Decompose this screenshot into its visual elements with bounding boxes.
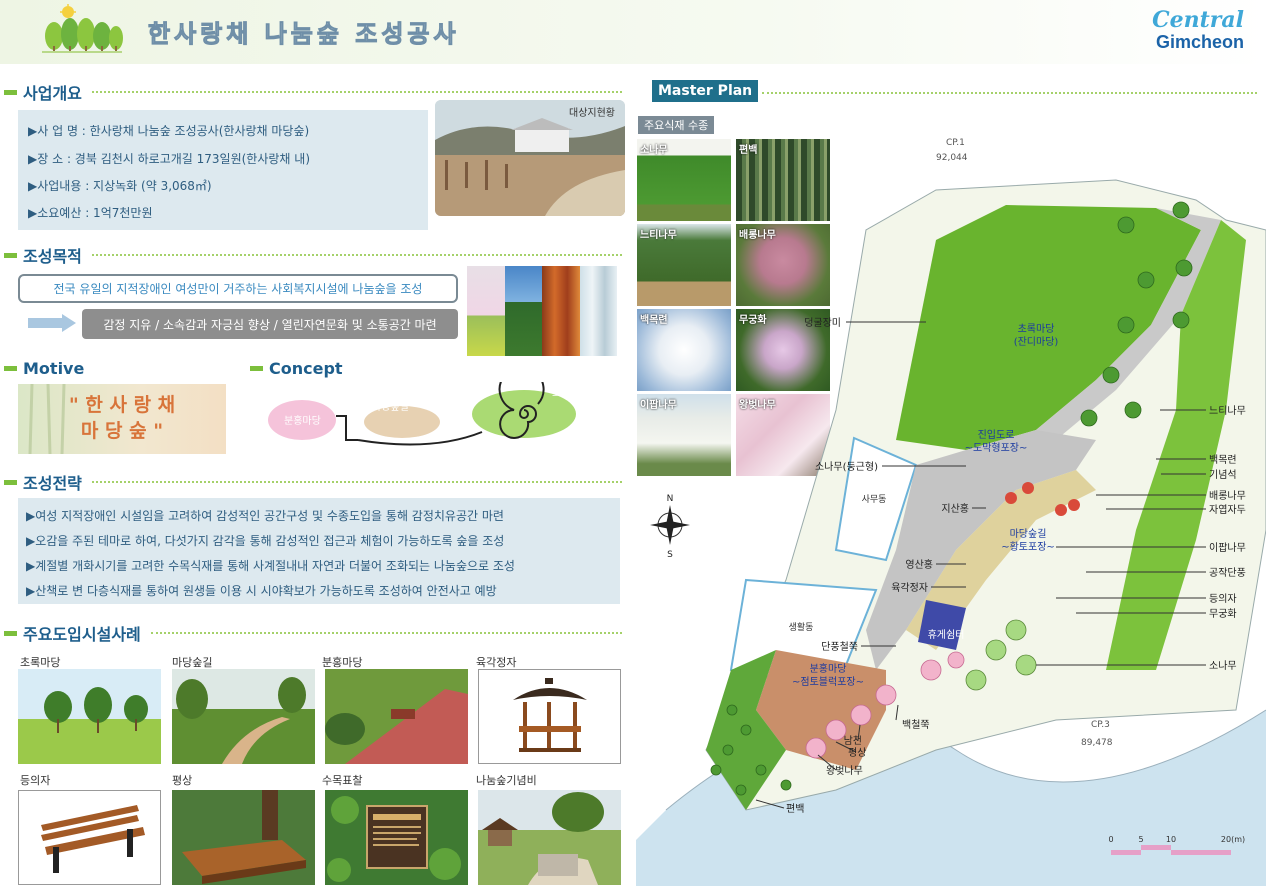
facility-photo-pavilion: [478, 669, 621, 764]
callout: 느티나무: [1209, 405, 1246, 417]
callout: 등의자: [1209, 593, 1237, 605]
purpose-heading: 조성목적: [4, 244, 622, 266]
callout: 이팝나무: [1209, 542, 1246, 554]
zone-label-living: 생활동: [789, 621, 814, 633]
svg-text:10: 10: [1166, 835, 1176, 844]
strategy-row: ▶계절별 개화시기를 고려한 수목식재를 통해 사계절내내 자연과 더불어 조화…: [26, 559, 515, 573]
callout: 단풍철쭉: [821, 641, 858, 653]
brand-bottom: Gimcheon: [1155, 32, 1244, 52]
arrow-right-icon: [28, 314, 76, 332]
overview-row: ▶사업내용 : 지상녹화 (약 3,068㎡): [28, 179, 212, 193]
callout: 기념석: [1209, 469, 1237, 481]
strategy-row: ▶여성 지적장애인 시설임을 고려하여 감성적인 공간구성 및 수종도입을 통해…: [26, 509, 504, 523]
autumn-photo: [542, 266, 580, 356]
spring-photo: [467, 266, 505, 356]
callout: 지산홍: [941, 502, 969, 515]
callout: 평상: [848, 747, 866, 759]
callout: 소나무(둥근형): [815, 461, 878, 473]
trees-logo-icon: [42, 4, 123, 53]
callout: 공작단풍: [1209, 567, 1246, 579]
concept-image: 분홍마당 마당숲길 초록마당: [262, 366, 622, 452]
overview-row: ▶사 업 명 : 한사랑채 나눔숲 조성공사(한사랑채 마당숲): [28, 124, 310, 138]
facility-label: 등의자: [20, 774, 51, 787]
site-photo: 대상지현황: [435, 100, 625, 216]
overview-row: ▶장 소 : 경북 김천시 하로고개길 173일원(한사랑채 내): [28, 152, 311, 166]
concept-label-pink: 분홍마당: [284, 414, 321, 427]
master-plan-divider: [762, 92, 1257, 94]
overview-box: ▶사 업 명 : 한사랑채 나눔숲 조성공사(한사랑채 마당숲) ▶장 소 : …: [18, 110, 428, 230]
callout: 배롱나무: [1209, 490, 1246, 502]
strategy-row: ▶산책로 변 다층식재를 통하여 원생들 이용 시 시야확보가 가능하도록 조성…: [26, 584, 497, 598]
season-photos: [467, 266, 617, 356]
facility-label: 수목표찰: [322, 774, 363, 787]
facility-photo-pink-yard: [325, 669, 468, 764]
summer-photo: [504, 266, 542, 356]
strategy-heading: 조성전략: [4, 471, 622, 493]
brand-logo: Central Gimcheon: [1152, 8, 1244, 52]
cp3-label: CP.3: [1091, 720, 1110, 730]
svg-text:0: 0: [1108, 835, 1113, 844]
compass-icon: N S: [650, 494, 690, 560]
concept-label-green: 초록마당: [552, 387, 589, 399]
motive-text: " 한 사 랑 채 마 당 숲 ": [18, 392, 226, 444]
site-photo-label: 대상지현황: [569, 108, 615, 119]
facility-photo-tree-tag: [325, 790, 468, 885]
callout: 자엽자두: [1209, 504, 1246, 516]
callout: 무궁화: [1209, 608, 1237, 620]
callout-rose: 덩굴장미: [804, 317, 841, 329]
motive-heading: Motive: [4, 357, 236, 379]
cp1-value: 92,044: [936, 153, 968, 163]
facility-photo-bench: [18, 790, 161, 885]
brand-top: Central: [1152, 7, 1244, 33]
facility-label: 평상: [172, 774, 193, 787]
callout: 백철쭉: [902, 719, 930, 731]
callout: 백목련: [1209, 454, 1237, 466]
facility-label: 육각정자: [476, 656, 517, 669]
concept-heading: Concept: [250, 357, 622, 379]
callout: 소나무: [1209, 660, 1237, 672]
zone-label-rest: 휴게쉼터: [928, 629, 965, 641]
facility-photo-green-yard: [18, 669, 161, 764]
overview-row: ▶소요예산 : 1억7천만원: [28, 206, 153, 220]
facility-photo-forest-path: [172, 669, 315, 764]
purpose-result: 감정 지유 / 소속감과 자긍심 향상 / 열린자연문화 및 소통공간 마련: [82, 309, 458, 339]
zone-label-office: 사무동: [862, 494, 887, 505]
concept-label-path: 마당숲길: [372, 400, 409, 413]
facility-photo-monument: [478, 790, 621, 885]
cp1-label: CP.1: [946, 138, 965, 148]
callout: 남천: [844, 735, 862, 747]
winter-photo: [579, 266, 617, 356]
facility-label: 초록마당: [20, 656, 61, 669]
facility-label: 마당숲길: [172, 656, 213, 669]
header: 한사랑채 나눔숲 조성공사 Central Gimcheon: [0, 0, 1268, 64]
svg-text:5: 5: [1138, 835, 1143, 844]
site-plan: 초록마당 (잔디마당) 진입도로 ~도막형포장~ 마당숲길 ~황토포장~ 분홍마당 ~점…: [636, 138, 1266, 886]
motive-image: " 한 사 랑 채 마 당 숲 ": [18, 384, 226, 454]
strategy-box: ▶여성 지적장애인 시설임을 고려하여 감성적인 공간구성 및 수종도입을 통해…: [18, 498, 620, 604]
facility-label: 분홍마당: [322, 656, 363, 669]
svg-text:20(m): 20(m): [1221, 835, 1245, 844]
facility-label: 나눔숲기념비: [476, 774, 537, 787]
svg-text:N: N: [667, 494, 674, 504]
callout: 편백: [786, 803, 804, 815]
facilities-heading: 주요도입시설사례: [4, 622, 622, 644]
page-title: 한사랑채 나눔숲 조성공사: [148, 19, 460, 49]
callout: 육각정자: [891, 582, 928, 594]
purpose-statement: 전국 유일의 지적장애인 여성만이 거주하는 사회복지시설에 나눔숲을 조성: [18, 274, 458, 303]
callout: 왕벚나무: [826, 765, 863, 777]
svg-text:S: S: [667, 550, 673, 560]
master-plan-title: Master Plan: [652, 80, 759, 102]
strategy-row: ▶오감을 주된 테마로 하여, 다섯가지 감각을 통해 감성적인 접근과 체험이…: [26, 534, 505, 548]
cp3-value: 89,478: [1081, 738, 1113, 748]
facility-photo-platform: [172, 790, 315, 885]
callout: 영산홍: [905, 558, 933, 571]
motive-line1: " 한 사 랑 채: [68, 394, 176, 416]
motive-line2: 마 당 숲 ": [80, 420, 164, 442]
